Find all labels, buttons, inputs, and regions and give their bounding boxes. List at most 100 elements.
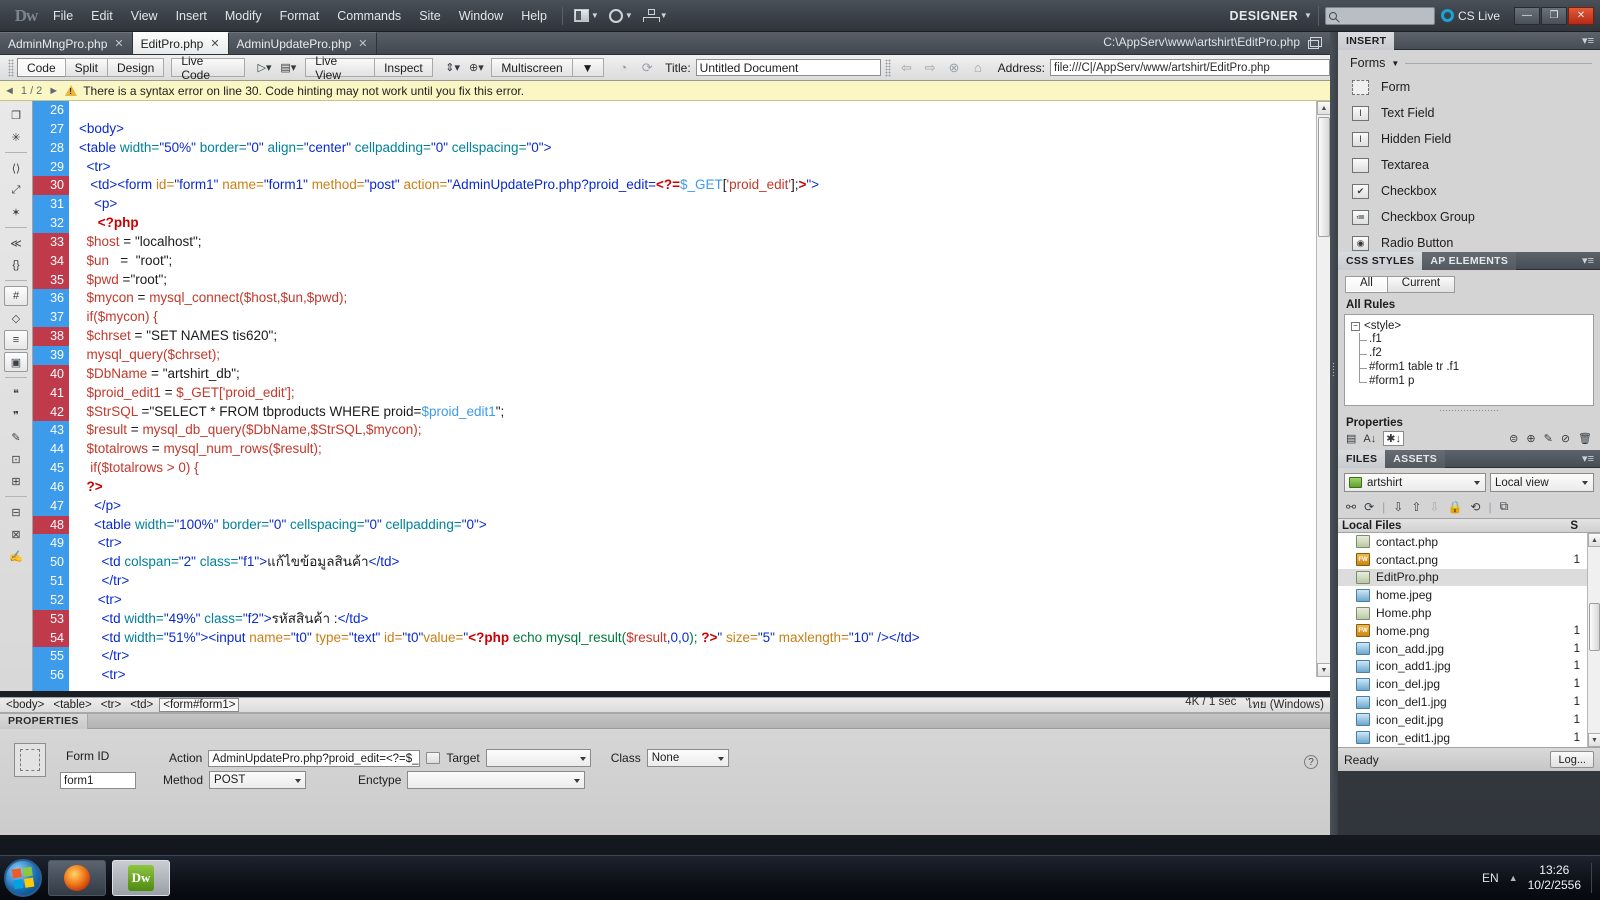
start-button[interactable] xyxy=(4,859,42,897)
code-line[interactable]: $result = mysql_db_query($DbName,$StrSQL… xyxy=(69,421,1316,440)
line-number[interactable]: 47 xyxy=(33,496,69,516)
workspace-switcher[interactable]: DESIGNER xyxy=(1230,9,1299,23)
stop-icon[interactable]: ⊗ xyxy=(942,58,966,77)
line-number[interactable]: 28 xyxy=(33,138,69,158)
file-list-scrollbar[interactable]: ▲ ▼ xyxy=(1587,533,1600,747)
minimize-button[interactable]: — xyxy=(1514,6,1540,25)
insert-item-textarea[interactable]: Textarea xyxy=(1338,152,1600,178)
refresh-icon[interactable]: ⟳ xyxy=(635,58,659,77)
browse-folder-icon[interactable] xyxy=(426,752,441,764)
line-number[interactable]: 53 xyxy=(33,609,69,629)
method-select[interactable]: POST xyxy=(209,771,307,789)
menu-edit[interactable]: Edit xyxy=(82,5,122,27)
help-icon[interactable]: ? xyxy=(1304,755,1318,769)
code-line[interactable]: <tr> xyxy=(69,666,1316,685)
insert-item-radio-button[interactable]: ◉ Radio Button xyxy=(1338,230,1600,252)
line-number[interactable]: 43 xyxy=(33,421,69,441)
view-select[interactable]: Local view xyxy=(1490,473,1594,492)
attach-style-sheet-icon[interactable]: ⊜ xyxy=(1509,432,1518,445)
site-select[interactable]: artshirt xyxy=(1344,473,1486,492)
document-encoding[interactable]: ไทย (Windows) xyxy=(1246,696,1324,714)
multiscreen-dropdown[interactable]: ▼ xyxy=(571,58,604,77)
show-set-properties-icon[interactable]: ✱↓ xyxy=(1383,431,1404,446)
error-next-icon[interactable]: ► xyxy=(48,85,59,97)
tab-properties[interactable]: PROPERTIES xyxy=(0,713,88,729)
insert-items-list[interactable]: Form I Text Field I Hidden Field Textarea ✔ Che… xyxy=(1338,74,1600,252)
menu-window[interactable]: Window xyxy=(450,5,512,27)
code-line[interactable]: <td width="49%" class="f2">รหัสสินค้า :<… xyxy=(69,610,1316,629)
code-line[interactable]: $DbName = "artshirt_db"; xyxy=(69,365,1316,384)
line-number[interactable]: 36 xyxy=(33,289,69,309)
action-input[interactable]: AdminUpdatePro.php?proid_edit=<?=$_GET xyxy=(208,749,421,767)
code-line[interactable]: <table width="50%" border="0" align="cen… xyxy=(69,139,1316,158)
scroll-up-arrow[interactable]: ▲ xyxy=(1317,101,1330,115)
code-line[interactable]: if($mycon) { xyxy=(69,308,1316,327)
file-list[interactable]: contact.php FW contact.png 1 EditPro.php home… xyxy=(1338,533,1600,747)
remove-comment-icon[interactable]: ▣ xyxy=(4,352,28,372)
column-local-files[interactable]: Local Files xyxy=(1342,520,1401,532)
dock-resize-grip[interactable] xyxy=(1330,32,1338,835)
line-number[interactable]: 26 xyxy=(33,101,69,120)
validate-markup-icon[interactable]: ▤▾ xyxy=(276,58,300,77)
code-line[interactable]: </tr> xyxy=(69,647,1316,666)
code-line[interactable]: mysql_query($chrset); xyxy=(69,346,1316,365)
css-filter-current[interactable]: Current xyxy=(1386,276,1456,293)
code-line[interactable] xyxy=(69,101,1316,120)
expand-panel-icon[interactable]: ⧉ xyxy=(1500,499,1509,514)
extend-settings-button[interactable]: ▼ xyxy=(604,6,638,26)
file-row[interactable]: icon_edit.jpg 1 xyxy=(1338,711,1600,729)
code-line[interactable]: $un = "root"; xyxy=(69,252,1316,271)
page-title-input[interactable]: Untitled Document xyxy=(695,59,881,76)
tab-assets[interactable]: ASSETS xyxy=(1385,449,1446,468)
check-in-icon[interactable]: 🔒 xyxy=(1447,500,1462,514)
apply-comment-icon[interactable]: ≡ xyxy=(4,330,28,350)
back-icon[interactable]: ⇦ xyxy=(895,58,919,77)
address-input[interactable]: file:///C|/AppServ/www/artshirt/EditPro.… xyxy=(1050,59,1331,76)
code-editor[interactable]: 26 27 28 29 30 31 32 33 34 35 36 37 38 39 40 41 42 43 44 45… xyxy=(33,101,1330,691)
line-number[interactable]: 52 xyxy=(33,590,69,610)
live-code-helper-icon[interactable]: ✍ xyxy=(4,546,28,566)
line-number[interactable]: 31 xyxy=(33,195,69,215)
scroll-down-arrow[interactable]: ▼ xyxy=(1588,733,1600,747)
taskbar-item-dreamweaver[interactable]: Dw xyxy=(112,860,170,896)
check-out-icon[interactable]: ⇩ xyxy=(1429,500,1439,514)
tab-css-styles[interactable]: CSS STYLES xyxy=(1338,251,1423,270)
synchronize-icon[interactable]: ⟲ xyxy=(1470,500,1480,514)
show-desktop-button[interactable] xyxy=(1591,863,1592,893)
line-number[interactable]: 35 xyxy=(33,270,69,290)
tag-selector-table[interactable]: <table> xyxy=(50,699,94,711)
code-line[interactable]: $chrset = "SET NAMES tis620"; xyxy=(69,327,1316,346)
file-row[interactable]: icon_add1.jpg 1 xyxy=(1338,658,1600,676)
taskbar-item-firefox[interactable] xyxy=(48,860,106,896)
language-indicator[interactable]: EN xyxy=(1482,871,1499,885)
multiscreen-button[interactable]: Multiscreen xyxy=(491,58,573,77)
refresh-icon[interactable]: ⟳ xyxy=(1364,500,1374,514)
code-line[interactable]: <tr> xyxy=(69,591,1316,610)
code-line[interactable]: $totalrows = mysql_num_rows($result); xyxy=(69,440,1316,459)
code-line[interactable]: $host = "localhost"; xyxy=(69,233,1316,252)
delete-css-rule-icon[interactable]: 🗑 xyxy=(1578,432,1592,445)
menu-commands[interactable]: Commands xyxy=(328,5,410,27)
panel-menu-icon[interactable]: ▾≡ xyxy=(1582,254,1600,267)
chevron-down-icon[interactable]: ▼ xyxy=(1304,11,1312,20)
open-documents-icon[interactable]: ❐ xyxy=(4,105,28,125)
search-input[interactable] xyxy=(1324,6,1435,25)
class-select[interactable]: None xyxy=(646,749,729,767)
insert-item-text-field[interactable]: I Text Field xyxy=(1338,100,1600,126)
scroll-thumb[interactable] xyxy=(1318,117,1330,237)
line-number[interactable]: 40 xyxy=(33,364,69,384)
file-row[interactable]: icon_add.jpg 1 xyxy=(1338,640,1600,658)
code-line[interactable]: <td width="51%"><input name="t0" type="t… xyxy=(69,629,1316,648)
file-row[interactable]: icon_edit1.jpg 1 xyxy=(1338,729,1600,747)
layout-switcher-button[interactable]: ▼ xyxy=(569,6,604,25)
line-number[interactable]: 51 xyxy=(33,572,69,591)
target-select[interactable] xyxy=(485,749,591,767)
css-rule-form1-p[interactable]: #form1 p xyxy=(1351,375,1593,389)
doc-tab-adminupdatepro[interactable]: AdminUpdatePro.php ✕ xyxy=(228,32,377,54)
code-line[interactable]: $pwd ="root"; xyxy=(69,271,1316,290)
tag-selector-body[interactable]: <body> xyxy=(3,699,47,711)
line-number[interactable]: 42 xyxy=(33,402,69,422)
doc-tab-editpro[interactable]: EditPro.php ✕ xyxy=(132,32,229,54)
close-icon[interactable]: ✕ xyxy=(358,37,367,50)
doc-tab-adminmngpro[interactable]: AdminMngPro.php ✕ xyxy=(0,32,133,54)
